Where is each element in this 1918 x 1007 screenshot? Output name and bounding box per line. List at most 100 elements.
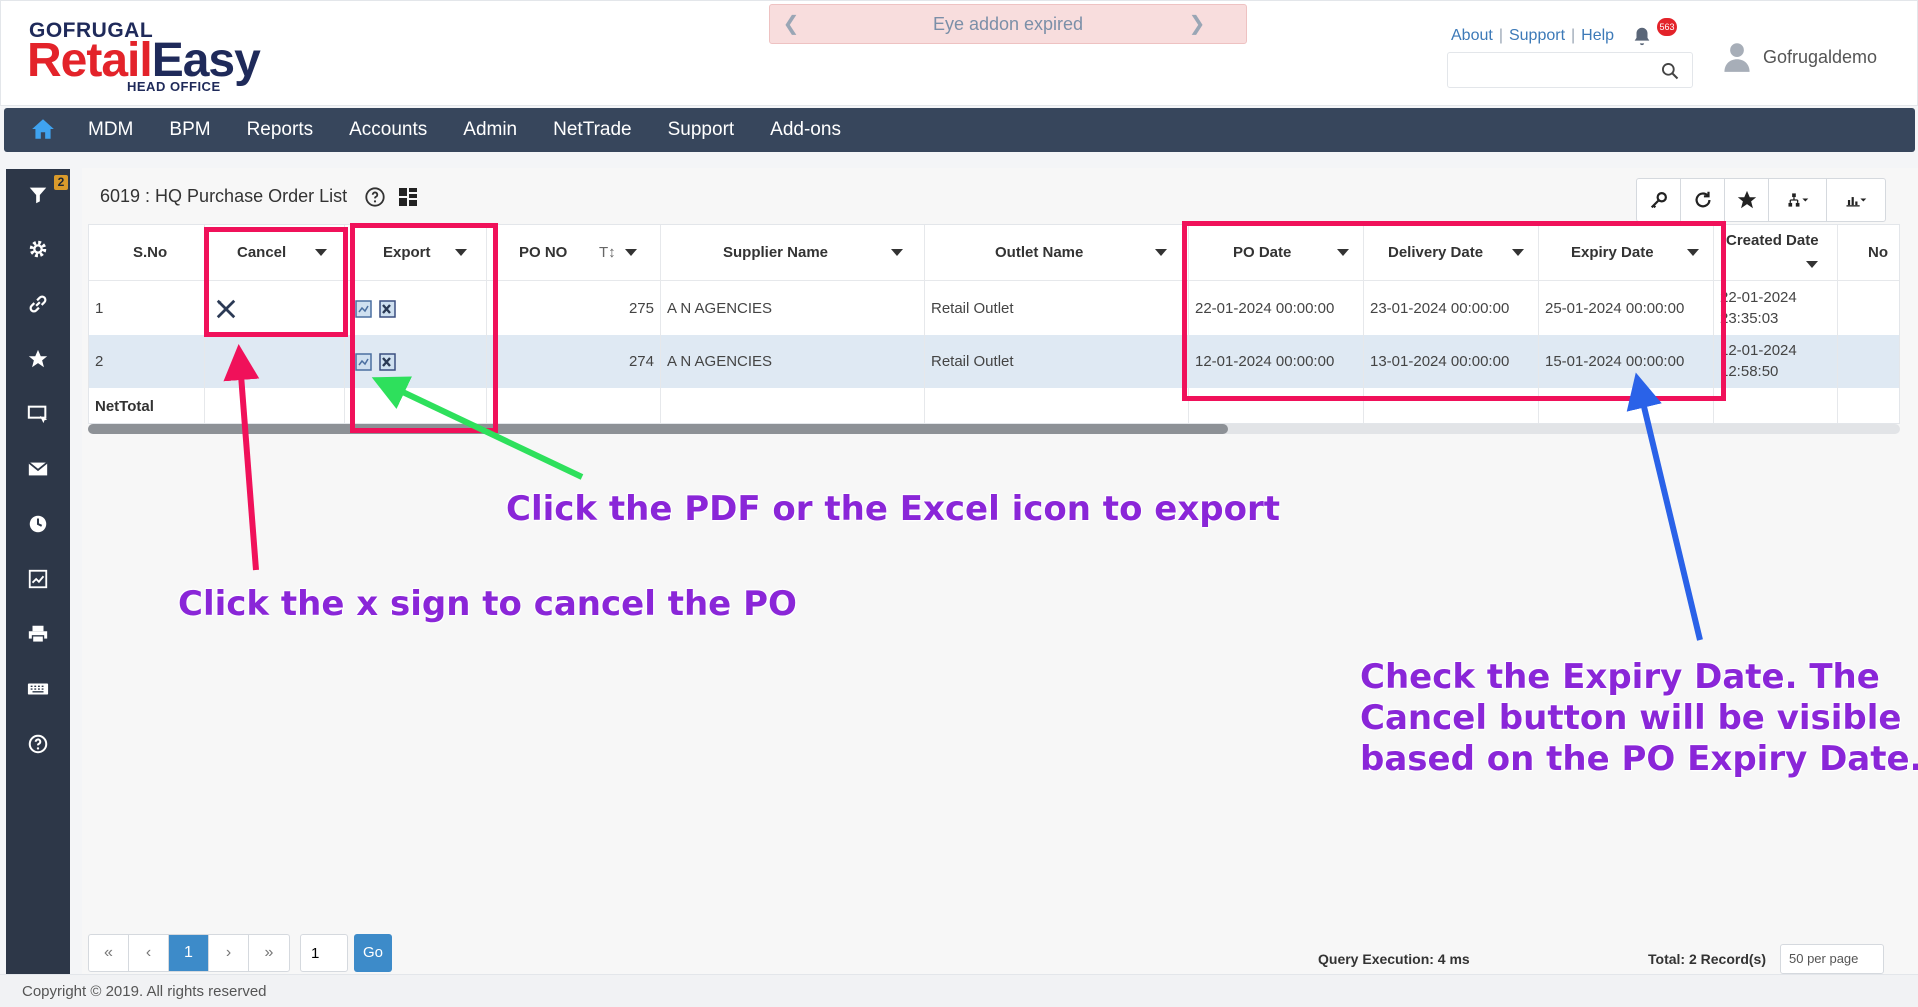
help-icon[interactable] [24, 730, 52, 758]
created-date: 12-01-2024 [1720, 342, 1797, 359]
nav-item-mdm[interactable]: MDM [70, 108, 151, 152]
column-header-cancel[interactable]: Cancel [205, 225, 344, 281]
clock-icon[interactable] [24, 510, 52, 538]
column-expiry: Expiry Date 25-01-2024 00:00:00 15-01-20… [1539, 225, 1714, 423]
chart-icon[interactable] [24, 565, 52, 593]
cancel-x-icon[interactable] [215, 298, 237, 320]
prev-page-button[interactable]: ‹ [129, 935, 169, 971]
table-cell-created: 22-01-2024 23:35:03 [1714, 282, 1837, 335]
user-name: Gofrugaldemo [1763, 47, 1878, 67]
mail-icon[interactable] [24, 455, 52, 483]
next-page-button[interactable]: › [209, 935, 249, 971]
bell-icon[interactable] [1631, 25, 1653, 47]
gear-icon[interactable] [24, 235, 52, 263]
column-header-outlet[interactable]: Outlet Name [925, 225, 1188, 281]
keyboard-icon[interactable] [24, 675, 52, 703]
per-page-select[interactable]: 50 per page [1780, 944, 1884, 974]
last-page-button[interactable]: » [249, 935, 289, 971]
column-header-export[interactable]: Export [345, 225, 486, 281]
nav-item-addons[interactable]: Add-ons [752, 108, 859, 152]
about-link[interactable]: About [1451, 27, 1493, 44]
column-header-created[interactable]: Created Date [1714, 225, 1837, 281]
column-sno: S.No 1 2 NetTotal [89, 225, 205, 423]
column-header-label: Outlet Name [995, 244, 1084, 261]
column-header-sno[interactable]: S.No [89, 225, 204, 281]
table-cell-expiry: 15-01-2024 00:00:00 [1539, 335, 1713, 388]
first-page-button[interactable]: « [89, 935, 129, 971]
scrollbar-thumb[interactable] [88, 424, 1228, 434]
nav-item-nettrade[interactable]: NetTrade [535, 108, 650, 152]
hierarchy-icon [1787, 193, 1808, 207]
caret-down-icon[interactable] [1512, 249, 1524, 256]
column-header-expiry[interactable]: Expiry Date [1539, 225, 1713, 281]
home-icon[interactable] [30, 116, 56, 142]
nav-items: MDM BPM Reports Accounts Admin NetTrade … [70, 108, 859, 152]
settings-key-button[interactable] [1637, 179, 1681, 221]
top-links: About | Support | Help [1451, 27, 1614, 45]
column-header-pono[interactable]: PO NO T↕ [487, 225, 660, 281]
table-cell-sno: 1 [95, 300, 104, 317]
caret-down-icon[interactable] [1155, 249, 1167, 256]
column-header-delivery[interactable]: Delivery Date [1364, 225, 1538, 281]
hierarchy-dropdown-button[interactable] [1769, 179, 1827, 221]
column-header-label: No [1868, 244, 1888, 261]
go-button[interactable]: Go [354, 934, 392, 972]
nav-item-bpm[interactable]: BPM [151, 108, 228, 152]
excel-export-icon[interactable] [377, 352, 397, 372]
screen-icon[interactable] [24, 400, 52, 428]
caret-down-icon[interactable] [455, 249, 467, 256]
refresh-icon [1695, 191, 1711, 208]
favorite-button[interactable] [1725, 179, 1769, 221]
caret-down-icon[interactable] [1806, 261, 1818, 268]
column-header-supplier[interactable]: Supplier Name [661, 225, 924, 281]
column-created: Created Date 22-01-2024 23:35:03 12-01-20… [1714, 225, 1838, 423]
left-sidebar: 2 [6, 169, 70, 974]
page-help-icon[interactable] [364, 186, 386, 208]
chart-dropdown-button[interactable] [1827, 179, 1885, 221]
banner-prev-arrow-icon[interactable]: ❮ [776, 5, 806, 43]
excel-export-icon[interactable] [377, 299, 397, 319]
support-link[interactable]: Support [1509, 27, 1565, 44]
retaileasy-logo[interactable]: GOFRUGAL RetailEasy HEAD OFFICE [27, 19, 267, 95]
column-pono: PO NO T↕ 275 274 [487, 225, 661, 423]
pdf-export-icon[interactable] [355, 352, 375, 372]
copyright-text: Copyright © 2019. All rights reserved [22, 983, 267, 1000]
table-cell-created: 12-01-2024 12:58:50 [1714, 335, 1837, 388]
filter-icon[interactable] [24, 181, 52, 209]
main-content: 6019 : HQ Purchase Order List S.No 1 2 N… [82, 168, 1918, 974]
pdf-export-icon[interactable] [355, 299, 375, 319]
created-time: 23:35:03 [1720, 310, 1779, 327]
column-header-next[interactable]: No [1838, 225, 1899, 281]
caret-down-icon[interactable] [315, 249, 327, 256]
table-cell-pono[interactable]: 275 [487, 282, 660, 335]
nav-item-reports[interactable]: Reports [229, 108, 332, 152]
column-header-podate[interactable]: PO Date [1189, 225, 1363, 281]
sort-icon[interactable]: T↕ [599, 225, 616, 281]
caret-down-icon[interactable] [625, 249, 637, 256]
search-input[interactable] [1448, 53, 1648, 87]
horizontal-scrollbar[interactable] [88, 424, 1900, 434]
caret-down-icon[interactable] [1687, 249, 1699, 256]
nav-item-accounts[interactable]: Accounts [331, 108, 445, 152]
po-list-grid: S.No 1 2 NetTotal Cancel Export PO NO T↕… [88, 224, 1900, 424]
banner-text: Eye addon expired [932, 14, 1084, 34]
page-1-button[interactable]: 1 [169, 935, 209, 971]
link-icon[interactable] [24, 290, 52, 318]
banner-next-arrow-icon[interactable]: ❯ [1182, 5, 1212, 43]
star-icon[interactable] [24, 345, 52, 373]
nav-item-admin[interactable]: Admin [445, 108, 535, 152]
caret-down-icon[interactable] [891, 249, 903, 256]
search-icon[interactable] [1660, 61, 1680, 81]
page-number-input[interactable] [300, 934, 348, 972]
table-cell-supplier[interactable]: A N AGENCIES [661, 335, 924, 388]
column-cancel: Cancel [205, 225, 345, 423]
nav-item-support[interactable]: Support [650, 108, 753, 152]
table-cell-pono[interactable]: 274 [487, 335, 660, 388]
table-cell-supplier[interactable]: A N AGENCIES [661, 282, 924, 335]
help-link[interactable]: Help [1581, 27, 1614, 44]
print-icon[interactable] [24, 620, 52, 648]
total-records: Total: 2 Record(s) [1648, 951, 1766, 967]
caret-down-icon[interactable] [1337, 249, 1349, 256]
refresh-button[interactable] [1681, 179, 1725, 221]
layout-grid-icon[interactable] [398, 187, 418, 207]
